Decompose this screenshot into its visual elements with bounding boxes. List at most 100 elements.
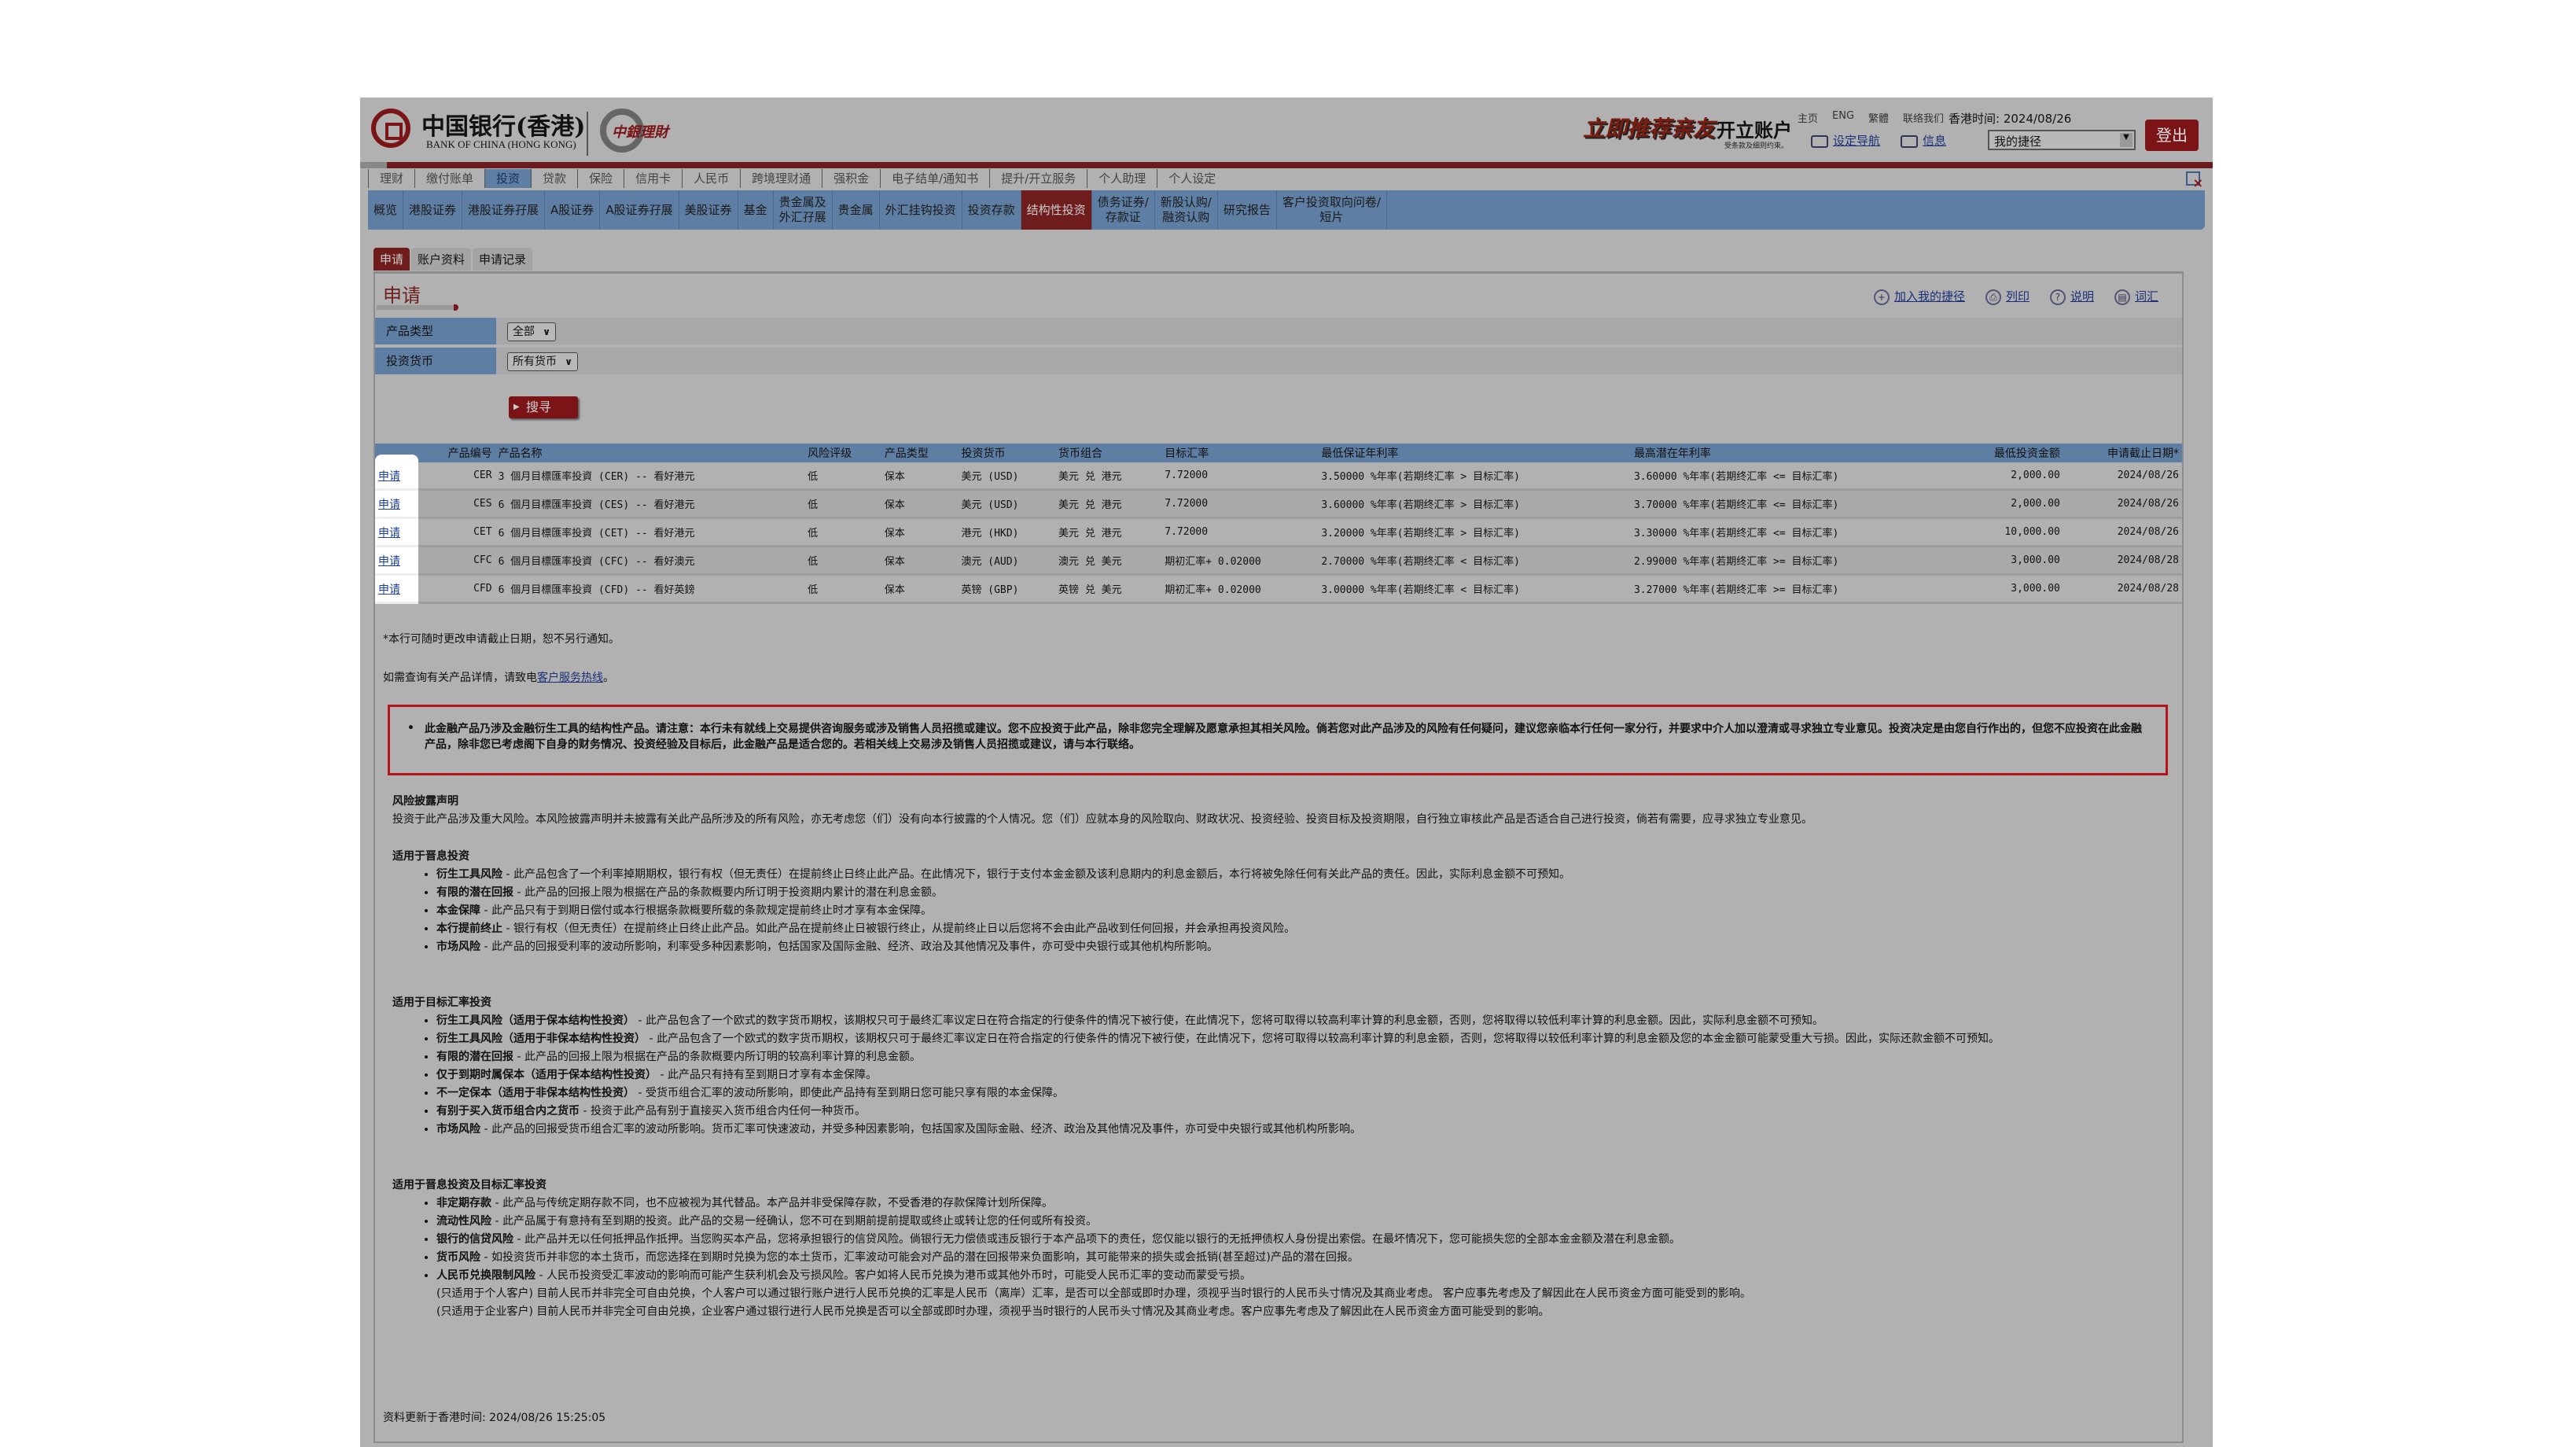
main-nav-item[interactable]: 人民币 (682, 169, 740, 188)
column-header: 最高潜在年利率 (1630, 444, 1953, 462)
sub-nav-item[interactable]: 研究报告 (1218, 190, 1277, 230)
glossary-link[interactable]: 词汇 (2135, 289, 2158, 304)
tab-2[interactable]: 申请记录 (473, 248, 533, 271)
risk-item: 市场风险 - 此产品的回报受货币组合汇率的波动所影响。货币汇率可快速波动，并受多… (436, 1121, 2169, 1139)
english-link[interactable]: ENG (1832, 110, 1854, 125)
logo-divider (587, 112, 588, 156)
main-nav-item[interactable]: 保险 (577, 169, 624, 188)
sub-nav-item[interactable]: A股证券孖展 (600, 190, 679, 230)
derivative-warning: 此金融产品乃涉及金融衍生工具的结构性产品。请注意：本行未有就线上交易提供咨询服务… (388, 705, 2168, 775)
risk-item: 人民币兑换限制风险 - 人民币投资受汇率波动的影响而可能产生获利机会及亏损风险。… (436, 1267, 2169, 1321)
sub-nav-item[interactable]: 港股证券 (403, 190, 463, 230)
tab-1[interactable]: 账户资料 (411, 248, 472, 271)
risk-text: - 受货币组合汇率的波动所影响，即使此产品持有至到期日您可能只享有限的本金保障。 (635, 1087, 1064, 1099)
table-cell: 2024/08/28 (2063, 546, 2182, 576)
shortcut-select[interactable]: 我的捷径 ▼ (1988, 130, 2136, 150)
table-cell: 美元 (USD) (958, 462, 1055, 491)
sub-nav-item[interactable]: 客户投资取向问卷/ 短片 (1277, 190, 1387, 230)
risk-term: 有限的潜在回报 (436, 886, 513, 899)
risk-term: 有别于买入货币组合内之货币 (436, 1105, 580, 1117)
logout-button[interactable]: 登出 (2145, 120, 2199, 151)
main-nav-item[interactable]: 个人设定 (1157, 169, 1227, 188)
main-nav-item[interactable]: 跨境理财通 (740, 169, 822, 188)
header-links: 设定导航 信息 (1811, 132, 1946, 149)
table-cell: 澳元 (AUD) (958, 546, 1055, 576)
add-shortcut-link[interactable]: 加入我的捷径 (1894, 289, 1965, 304)
table-cell: 申请 (375, 546, 418, 576)
sub-nav-item[interactable]: 美股证券 (679, 190, 738, 230)
main-nav-item[interactable]: 理财 (368, 169, 414, 188)
risk-section-heading: 适用于目标汇率投资 (392, 996, 491, 1009)
tab-0[interactable]: 申请 (374, 248, 410, 271)
envelope-icon (1901, 134, 1919, 148)
customer-hotline-link[interactable]: 客户服务热线 (537, 672, 603, 684)
sub-nav-item[interactable]: A股证券 (545, 190, 601, 230)
apply-link[interactable]: 申请 (378, 499, 400, 511)
table-cell: 3 個月目標匯率投資 (CER) -- 看好港元 (495, 462, 805, 491)
sub-nav-item[interactable]: 外汇挂钩投资 (880, 190, 962, 230)
home-link[interactable]: 主页 (1798, 110, 1818, 125)
close-menu-icon[interactable] (2186, 171, 2203, 190)
apply-link[interactable]: 申请 (378, 584, 400, 596)
table-cell: 英镑 (GBP) (958, 574, 1055, 604)
main-nav-item[interactable]: 贷款 (531, 169, 577, 188)
main-nav-item[interactable]: 提升/开立服务 (989, 169, 1087, 188)
navigation-setting-link[interactable]: 设定导航 (1833, 134, 1880, 148)
table-row: 申请 CES 6 個月目標匯率投資 (CES) -- 看好港元低保本 美元 (USD)… (375, 489, 2182, 519)
risk-item: 衍生工具风险 - 此产品包含了一个利率掉期期权，银行有权（但无责任）在提前终止日… (436, 866, 2169, 884)
title-underline (377, 304, 458, 311)
sub-nav-item[interactable]: 港股证券孖展 (462, 190, 546, 230)
sub-nav-item[interactable]: 投资存款 (962, 190, 1021, 230)
main-nav-item[interactable]: 投资 (484, 169, 532, 188)
sub-nav-item[interactable]: 新股认购/ 融资认购 (1155, 190, 1218, 230)
open-account-promo[interactable]: 开立账户 (1717, 115, 1792, 142)
sub-nav-item[interactable]: 概览 (368, 190, 404, 230)
risk-item: 本金保障 - 此产品只有于到期日偿付或本行根据条款概要所载的条款规定提前终止时才… (436, 902, 2169, 920)
sub-nav-item[interactable]: 结构性投资 (1021, 190, 1092, 230)
printer-icon: ⎙ (1985, 289, 2001, 305)
search-button[interactable]: 搜寻 (509, 396, 578, 418)
search-button-label: 搜寻 (526, 399, 552, 414)
messages-link[interactable]: 信息 (1923, 134, 1946, 148)
page-tools: + 加入我的捷径 ⎙ 列印 ? 说明 ▤ 词汇 (1873, 288, 2158, 305)
main-nav-item[interactable]: 缴付账单 (414, 169, 484, 188)
risk-list: 衍生工具风险（适用于保本结构性投资） - 此产品包含了一个欧式的数字货币期权，该… (392, 1012, 2169, 1139)
table-cell: 低 (804, 574, 881, 604)
risk-term: 银行的信贷风险 (436, 1233, 513, 1246)
table-header-row: 产品编号 产品名称 风险评级 产品类型 投资货币 货币组合 目标汇率 最低保证年利率 最高潜在年… (375, 444, 2182, 462)
risk-item: 货币风险 - 如投资货币并非您的本土货币，而您选择在到期时兑换为您的本土货币，汇… (436, 1249, 2169, 1267)
sub-nav-item[interactable]: 债务证券/ 存款证 (1092, 190, 1155, 230)
traditional-chinese-link[interactable]: 繁體 (1868, 110, 1889, 125)
main-nav-item[interactable]: 电子结单/通知书 (880, 169, 989, 188)
column-header: 申请截止日期* (2063, 444, 2182, 462)
table-cell: 6 個月目標匯率投資 (CET) -- 看好港元 (495, 517, 805, 547)
risk-section-heading: 适用于晋息投资及目标汇率投资 (392, 1179, 546, 1191)
shortcut-select-value: 我的捷径 (1994, 134, 2042, 149)
bank-page: 中国银行(香港) BANK OF CHINA (HONG KONG) 中銀理財 … (360, 98, 2213, 1447)
help-link[interactable]: 说明 (2070, 289, 2094, 304)
apply-link[interactable]: 申请 (378, 527, 400, 539)
table-cell: 3.20000 %年率(若期终汇率 > 目标汇率) (1318, 517, 1631, 547)
print-link[interactable]: 列印 (2006, 289, 2030, 304)
apply-link[interactable]: 申请 (378, 470, 400, 483)
sub-nav-item[interactable]: 贵金属及 外汇孖展 (774, 190, 833, 230)
table-cell: 2024/08/26 (2063, 489, 2182, 519)
main-nav-item[interactable]: 个人助理 (1087, 169, 1157, 188)
apply-link[interactable]: 申请 (378, 555, 400, 568)
table-cell: CET (418, 517, 495, 547)
risk-term: 仅于到期时属保本（适用于保本结构性投资） (436, 1069, 657, 1081)
contact-us-link[interactable]: 联络我们 (1903, 110, 1944, 125)
referral-promo[interactable]: 立即推荐亲友 (1583, 112, 1715, 143)
table-cell: 澳元 兑 美元 (1055, 546, 1162, 576)
main-nav-item[interactable]: 信用卡 (624, 169, 682, 188)
currency-select[interactable]: 所有货币 (507, 352, 578, 371)
help-icon: ? (2049, 289, 2066, 305)
main-nav-item[interactable]: 强积金 (822, 169, 880, 188)
sub-nav-item[interactable]: 贵金属 (833, 190, 880, 230)
table-cell: 3,000.00 (1952, 574, 2063, 604)
sub-nav-item[interactable]: 基金 (738, 190, 774, 230)
table-cell: 7.72000 (1161, 489, 1319, 519)
product-type-select[interactable]: 全部 (507, 322, 556, 341)
table-cell: CER (418, 462, 495, 491)
risk-term: 本金保障 (436, 904, 480, 917)
